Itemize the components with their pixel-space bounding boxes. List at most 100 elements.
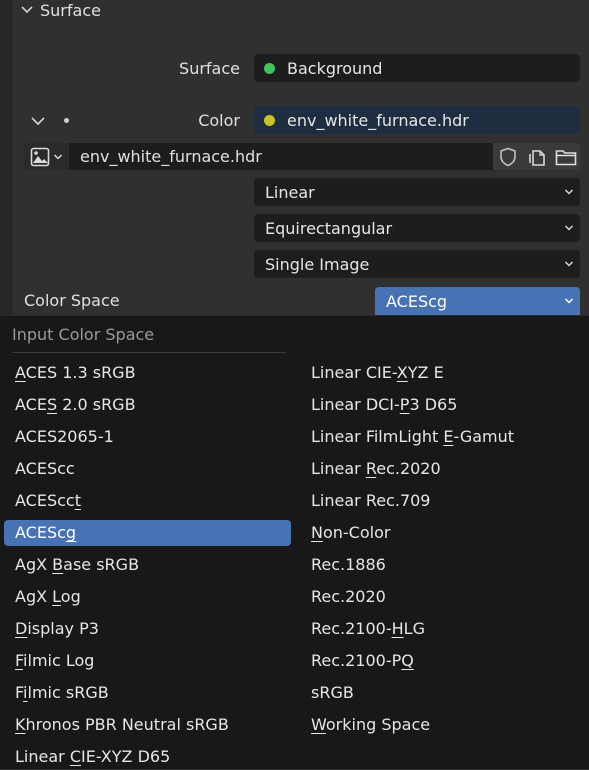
menu-item-label-part: lmic sRGB xyxy=(27,683,109,702)
surface-shader-field[interactable]: Background xyxy=(254,54,580,82)
menu-item[interactable]: Linear CIE-XYZ D65 xyxy=(4,744,291,770)
shield-icon xyxy=(499,147,516,166)
menu-item[interactable]: Display P3 xyxy=(4,616,291,642)
image-icon xyxy=(30,147,50,166)
menu-item-label-part: g xyxy=(65,523,77,542)
menu-item-label-part: L xyxy=(52,587,61,606)
chevron-down-icon xyxy=(53,153,63,160)
menu-item-label-part: A xyxy=(15,363,26,382)
projection-select[interactable]: Equirectangular xyxy=(254,214,580,242)
menu-item-label-part: Linear FilmLight xyxy=(311,427,444,446)
menu-item-label-part: CES 1.3 sRGB xyxy=(25,363,136,382)
menu-item-label-part: -Gamut xyxy=(453,427,515,446)
menu-item-label-part: N xyxy=(311,523,323,542)
menu-item-label-part: LG xyxy=(403,619,425,638)
menu-item-label-part: orking Space xyxy=(325,715,431,734)
menu-item[interactable]: Filmic Log xyxy=(4,648,291,674)
color-space-value: ACEScg xyxy=(386,291,448,311)
shader-socket-dot xyxy=(264,62,275,74)
surface-label: Surface xyxy=(179,59,240,78)
menu-item-label-part: E xyxy=(443,427,454,446)
menu-item[interactable]: ACES 1.3 sRGB xyxy=(4,360,291,386)
menu-item[interactable]: ACES2065-1 xyxy=(4,424,291,450)
image-name-field[interactable]: env_white_furnace.hdr xyxy=(69,143,493,170)
menu-item[interactable]: ACEScct xyxy=(4,488,291,514)
fake-user-button[interactable] xyxy=(493,143,523,170)
menu-item[interactable]: Filmic sRGB xyxy=(4,680,291,706)
chevron-down-icon xyxy=(31,117,45,126)
menu-item-label-part: R xyxy=(365,459,377,478)
menu-item-label-part: Rec.1886 xyxy=(311,555,386,574)
image-name: env_white_furnace.hdr xyxy=(80,147,262,166)
menu-item[interactable]: Khronos PBR Neutral sRGB xyxy=(4,712,291,738)
menu-item-label-part: on-Color xyxy=(322,523,391,542)
image-browse-button[interactable] xyxy=(24,143,69,170)
open-image-button[interactable] xyxy=(551,143,580,170)
menu-item-label-part: ilmic Log xyxy=(23,651,95,670)
folder-icon xyxy=(555,149,576,165)
menu-item[interactable]: Working Space xyxy=(300,712,570,738)
menu-item-label-part: B xyxy=(52,555,64,574)
menu-item[interactable]: ACEScc xyxy=(4,456,291,482)
menu-item[interactable]: ACEScg xyxy=(4,520,291,546)
menu-item-label-part: 2.0 sRGB xyxy=(57,395,136,414)
menu-item-label-part: og xyxy=(60,587,81,606)
duplicate-icon xyxy=(528,149,545,166)
projection-value: Equirectangular xyxy=(265,218,393,238)
color-input-field[interactable]: env_white_furnace.hdr xyxy=(254,106,580,134)
menu-item-label-part: ACESc xyxy=(15,523,66,542)
menu-item-label-part: AgX xyxy=(15,587,53,606)
menu-item[interactable]: AgX Log xyxy=(4,584,291,610)
menu-item-label-part: P xyxy=(399,395,410,414)
chevron-down-icon xyxy=(564,298,574,304)
menu-item[interactable]: Linear Rec.2020 xyxy=(300,456,570,482)
menu-item-label-part: Linear CIE- xyxy=(311,363,397,382)
menu-item-label-part: Rec.2100-P xyxy=(311,651,402,670)
menu-item-label-part: K xyxy=(15,715,26,734)
menu-title-divider xyxy=(12,352,286,353)
menu-item[interactable]: Linear CIE-XYZ E xyxy=(300,360,570,386)
color-socket-dot xyxy=(264,114,275,126)
menu-item-label-part: hronos PBR Neutral sRGB xyxy=(25,715,229,734)
menu-item-label-part: sRGB xyxy=(311,683,354,702)
menu-item-label-part: ACEScc xyxy=(15,459,75,478)
menu-item-label-part: ec.2020 xyxy=(376,459,441,478)
color-expand-toggle[interactable] xyxy=(30,112,46,131)
menu-item[interactable]: Non-Color xyxy=(300,520,570,546)
duplicate-image-button[interactable] xyxy=(522,143,552,170)
menu-item-label-part: ACEScc xyxy=(15,491,75,510)
menu-item-label-part: IE-XYZ D65 xyxy=(80,747,171,766)
menu-item-label-part: W xyxy=(311,715,326,734)
menu-item[interactable]: Linear DCI-P3 D65 xyxy=(300,392,570,418)
surface-section-header[interactable]: Surface xyxy=(20,0,101,20)
menu-item-label-part: Linear DCI- xyxy=(311,395,400,414)
menu-item-label-part: S xyxy=(46,395,58,414)
menu-item[interactable]: AgX Base sRGB xyxy=(4,552,291,578)
menu-item[interactable]: Linear FilmLight E-Gamut xyxy=(300,424,570,450)
menu-item[interactable]: Rec.2020 xyxy=(300,584,570,610)
menu-item-label-part: Linear xyxy=(311,459,366,478)
chevron-down-icon xyxy=(564,225,574,231)
color-space-menu: Input Color Space ACES 1.3 sRGB ACES 2.0 … xyxy=(0,315,589,769)
menu-item-label-part: AgX xyxy=(15,555,53,574)
menu-item-label-part: F xyxy=(15,683,24,702)
menu-item[interactable]: Linear Rec.709 xyxy=(300,488,570,514)
interpolation-value: Linear xyxy=(265,182,315,202)
menu-item-label-part: ase sRGB xyxy=(63,555,140,574)
source-select[interactable]: Single Image xyxy=(254,250,580,278)
menu-item[interactable]: Rec.2100-HLG xyxy=(300,616,570,642)
color-space-select[interactable]: ACEScg xyxy=(375,287,580,315)
menu-item-label-part: Q xyxy=(401,651,414,670)
interpolation-select[interactable]: Linear xyxy=(254,178,580,206)
menu-item[interactable]: Rec.2100-PQ xyxy=(300,648,570,674)
menu-item-label-part: YZ E xyxy=(407,363,444,382)
chevron-down-icon xyxy=(21,6,33,14)
menu-item-label-part: ACE xyxy=(15,395,47,414)
link-dot-icon[interactable] xyxy=(64,118,69,123)
menu-item[interactable]: Rec.1886 xyxy=(300,552,570,578)
menu-item[interactable]: ACES 2.0 sRGB xyxy=(4,392,291,418)
menu-item-label-part: F xyxy=(15,651,24,670)
menu-title: Input Color Space xyxy=(12,325,155,344)
menu-item[interactable]: sRGB xyxy=(300,680,570,706)
surface-value: Background xyxy=(287,58,383,78)
